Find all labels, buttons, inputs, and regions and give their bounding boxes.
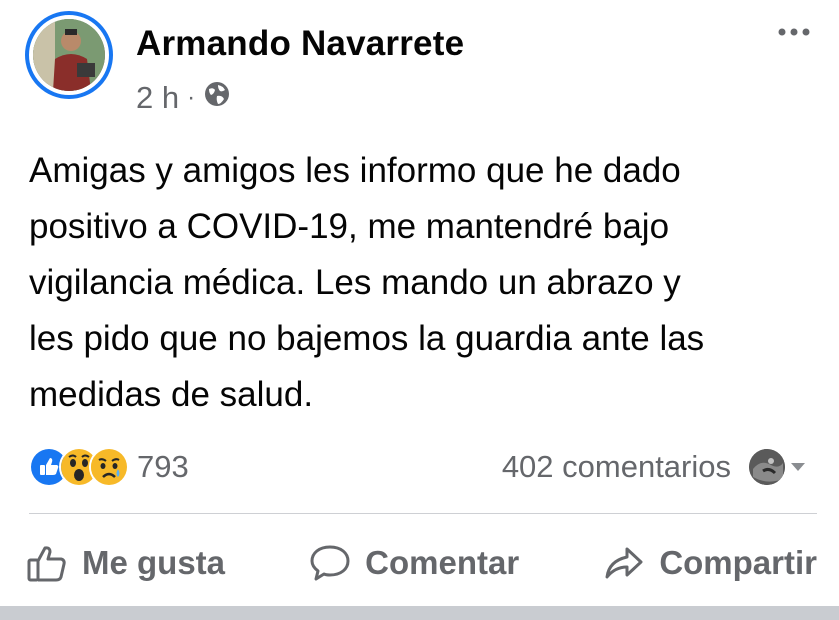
avatar-photo (33, 19, 105, 91)
post-actions: Me gusta Comentar Compartir (26, 533, 817, 593)
divider (29, 513, 817, 514)
share-button-label: Compartir (659, 544, 817, 581)
feed-separator (0, 606, 839, 620)
reactions-summary[interactable]: 793 (29, 447, 189, 487)
share-button[interactable]: Compartir (603, 543, 817, 583)
meta-separator: · (187, 84, 196, 111)
like-button[interactable]: Me gusta (26, 543, 225, 583)
chevron-down-icon[interactable] (791, 463, 805, 471)
sad-icon (89, 447, 129, 487)
comments-count[interactable]: 402 comentarios (502, 449, 731, 485)
globe-icon[interactable] (203, 80, 231, 116)
avatar[interactable] (25, 11, 113, 99)
share-icon (605, 547, 643, 579)
author-name[interactable]: Armando Navarrete (136, 24, 464, 64)
reaction-count[interactable]: 793 (137, 449, 189, 485)
comment-icon (310, 545, 350, 581)
more-options-icon[interactable] (775, 22, 813, 42)
comments-summary[interactable]: 402 comentarios (502, 447, 805, 487)
reaction-icons (29, 447, 129, 487)
comment-button-label: Comentar (365, 544, 520, 581)
comment-button[interactable]: Comentar (309, 543, 519, 583)
thumbs-up-icon (27, 546, 66, 582)
commenter-avatar[interactable] (749, 449, 785, 485)
like-button-label: Me gusta (82, 544, 226, 581)
post-text: Amigas y amigos les informo que he dado … (29, 151, 705, 414)
post-time[interactable]: 2 h (136, 80, 179, 116)
facebook-post: Armando Navarrete 2 h · Amigas y amigos … (0, 0, 839, 620)
post-meta: 2 h · (136, 80, 231, 116)
